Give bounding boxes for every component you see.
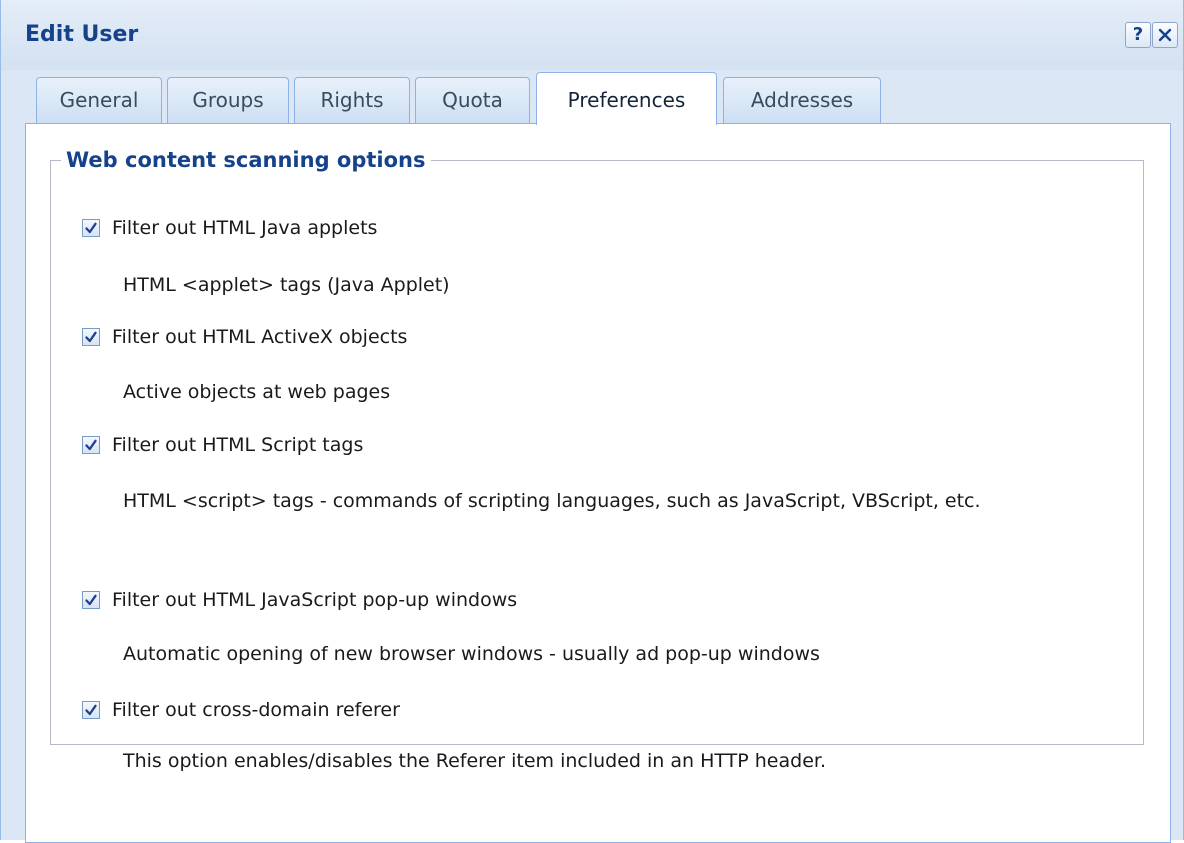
close-button[interactable] (1152, 22, 1178, 48)
checkbox-checked-icon[interactable] (82, 219, 100, 237)
window-titlebar[interactable]: Edit User ? (1, 0, 1183, 70)
tab-addresses[interactable]: Addresses (723, 77, 881, 123)
window-title: Edit User (25, 22, 139, 47)
tab-quota[interactable]: Quota (415, 77, 530, 123)
option-script-tags[interactable]: Filter out HTML Script tags (82, 430, 363, 460)
tab-label: Quota (442, 88, 503, 112)
tab-general[interactable]: General (36, 77, 162, 123)
option-description: Automatic opening of new browser windows… (123, 643, 820, 665)
edit-user-window: Edit User ? General Groups Rights Quota … (0, 0, 1184, 843)
option-label: Filter out HTML ActiveX objects (112, 326, 408, 348)
tab-groups[interactable]: Groups (167, 77, 289, 123)
option-description: HTML <script> tags - commands of scripti… (123, 490, 981, 512)
checkbox-checked-icon[interactable] (82, 701, 100, 719)
option-description: HTML <applet> tags (Java Applet) (123, 274, 450, 296)
section-title: Web content scanning options (66, 148, 426, 172)
option-cross-domain-referer[interactable]: Filter out cross-domain referer (82, 695, 400, 725)
close-icon (1158, 28, 1172, 42)
option-activex-objects[interactable]: Filter out HTML ActiveX objects (82, 322, 407, 352)
option-javascript-popups[interactable]: Filter out HTML JavaScript pop-up window… (82, 585, 517, 615)
help-button[interactable]: ? (1125, 22, 1151, 48)
option-java-applets[interactable]: Filter out HTML Java applets (82, 213, 377, 243)
option-label: Filter out HTML Script tags (112, 434, 364, 456)
option-description: This option enables/disables the Referer… (123, 750, 826, 772)
option-label: Filter out HTML Java applets (112, 217, 378, 239)
checkbox-checked-icon[interactable] (82, 436, 100, 454)
option-label: Filter out HTML JavaScript pop-up window… (112, 589, 518, 611)
tab-label: Addresses (750, 88, 854, 112)
checkbox-checked-icon[interactable] (82, 328, 100, 346)
option-label: Filter out cross-domain referer (112, 699, 400, 721)
tab-label: Preferences (567, 88, 686, 112)
tab-label: Rights (320, 88, 384, 112)
checkbox-checked-icon[interactable] (82, 591, 100, 609)
preferences-panel: Web content scanning options Filter out … (25, 123, 1171, 843)
tab-preferences[interactable]: Preferences (536, 72, 717, 125)
option-description: Active objects at web pages (123, 381, 391, 403)
tab-strip: General Groups Rights Quota Preferences … (1, 70, 1183, 125)
tab-label: Groups (192, 88, 264, 112)
tab-rights[interactable]: Rights (294, 77, 410, 123)
tab-label: General (59, 88, 139, 112)
help-icon: ? (1132, 24, 1144, 45)
